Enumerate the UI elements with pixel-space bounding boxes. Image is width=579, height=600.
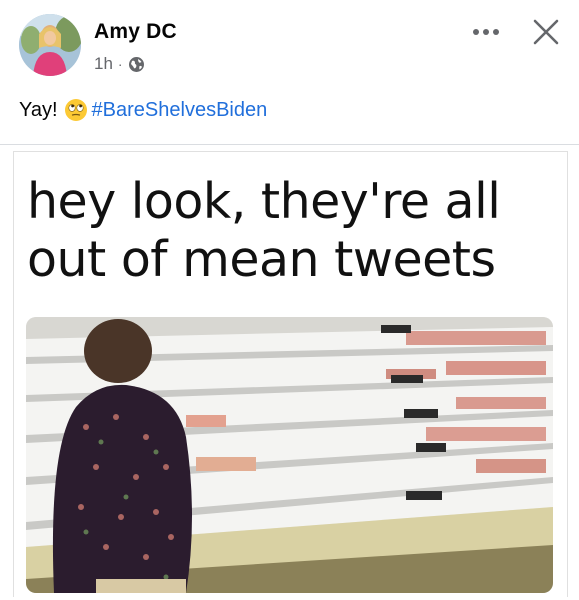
meme-photo — [26, 317, 553, 593]
post-meta: 1h · — [94, 54, 145, 74]
avatar-photo — [19, 14, 81, 76]
post-caption: Yay! #BareShelvesBiden — [19, 98, 267, 122]
more-icon — [473, 29, 499, 35]
meme-caption: hey look, they're all out of mean tweets — [27, 173, 557, 289]
post-time[interactable]: 1h — [94, 54, 113, 74]
hashtag-link[interactable]: #BareShelvesBiden — [92, 99, 268, 122]
facebook-post: Amy DC 1h · Yay! #BareShelvesBiden hey l… — [0, 0, 579, 600]
globe-icon[interactable] — [128, 56, 145, 73]
meta-separator: · — [117, 56, 123, 72]
avatar[interactable] — [19, 14, 81, 76]
caption-text: Yay! — [19, 98, 58, 121]
rolling-eyes-emoji-icon — [64, 98, 88, 122]
close-button[interactable] — [526, 12, 566, 52]
post-image[interactable]: hey look, they're all out of mean tweets — [0, 145, 579, 600]
meme-caption-line-1: hey look, they're all — [27, 173, 501, 230]
author-name[interactable]: Amy DC — [94, 20, 177, 44]
close-icon — [533, 19, 559, 45]
meme-caption-line-2: out of mean tweets — [27, 231, 496, 288]
more-options-button[interactable] — [466, 12, 506, 52]
